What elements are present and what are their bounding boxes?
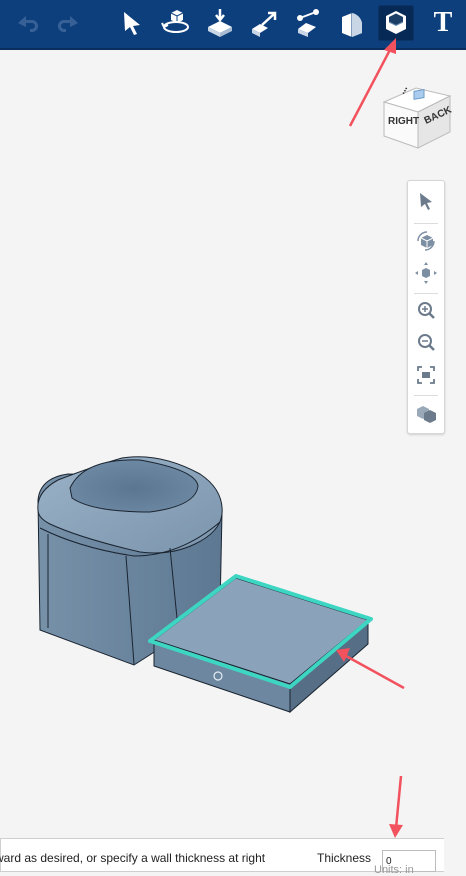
cube-face-right[interactable]: RIGHT	[388, 116, 419, 127]
nav-pan-button[interactable]	[414, 261, 438, 285]
thickness-label: Thickness	[317, 851, 372, 865]
redo-button[interactable]	[52, 5, 88, 41]
fillet-icon	[342, 13, 362, 37]
zoom-out-icon	[418, 334, 435, 351]
select-icon	[420, 193, 432, 210]
shell-icon	[386, 11, 406, 34]
undo-button[interactable]	[8, 5, 44, 41]
sweep-icon	[252, 11, 277, 37]
undo-icon	[18, 16, 38, 32]
hint-text: ward as desired, or specify a wall thick…	[0, 851, 266, 865]
text-tool-icon: T	[433, 7, 453, 38]
nav-zoom-in-button[interactable]	[414, 299, 438, 323]
text-tool-button[interactable]: T	[428, 6, 458, 40]
main-toolbar: T	[0, 0, 466, 50]
nav-zoom-out-button[interactable]	[414, 331, 438, 355]
tweak-icon	[297, 9, 319, 37]
3d-viewport[interactable]	[0, 440, 466, 740]
orbit-icon	[417, 231, 435, 251]
fillet-button[interactable]	[334, 5, 370, 41]
shell-button[interactable]	[378, 5, 414, 41]
zoom-in-icon	[418, 302, 435, 319]
nav-view-style-button[interactable]	[414, 401, 438, 425]
arrow-to-thickness	[389, 775, 403, 838]
pan-icon	[415, 262, 437, 284]
select-arrow-icon	[124, 12, 140, 35]
extrude-button[interactable]	[202, 5, 238, 41]
fit-to-view-icon	[417, 366, 435, 384]
select-tool-button[interactable]	[114, 5, 150, 41]
tweak-button[interactable]	[290, 5, 326, 41]
orbit-object-icon	[161, 10, 189, 33]
units-label: Units: in	[374, 864, 414, 876]
nav-select-button[interactable]	[414, 189, 438, 213]
view-cube[interactable]: ⸱⸱⸱ RIGHT BACK	[376, 74, 456, 154]
navigation-bar	[407, 180, 445, 434]
sweep-button[interactable]	[246, 5, 282, 41]
extrude-icon	[208, 9, 232, 37]
redo-icon	[58, 16, 78, 32]
nav-fit-button[interactable]	[414, 363, 438, 387]
nav-orbit-button[interactable]	[414, 229, 438, 253]
orbit-object-button[interactable]	[158, 5, 194, 41]
shell-hint-bar: ward as desired, or specify a wall thick…	[0, 838, 444, 876]
view-style-icon	[417, 406, 436, 423]
